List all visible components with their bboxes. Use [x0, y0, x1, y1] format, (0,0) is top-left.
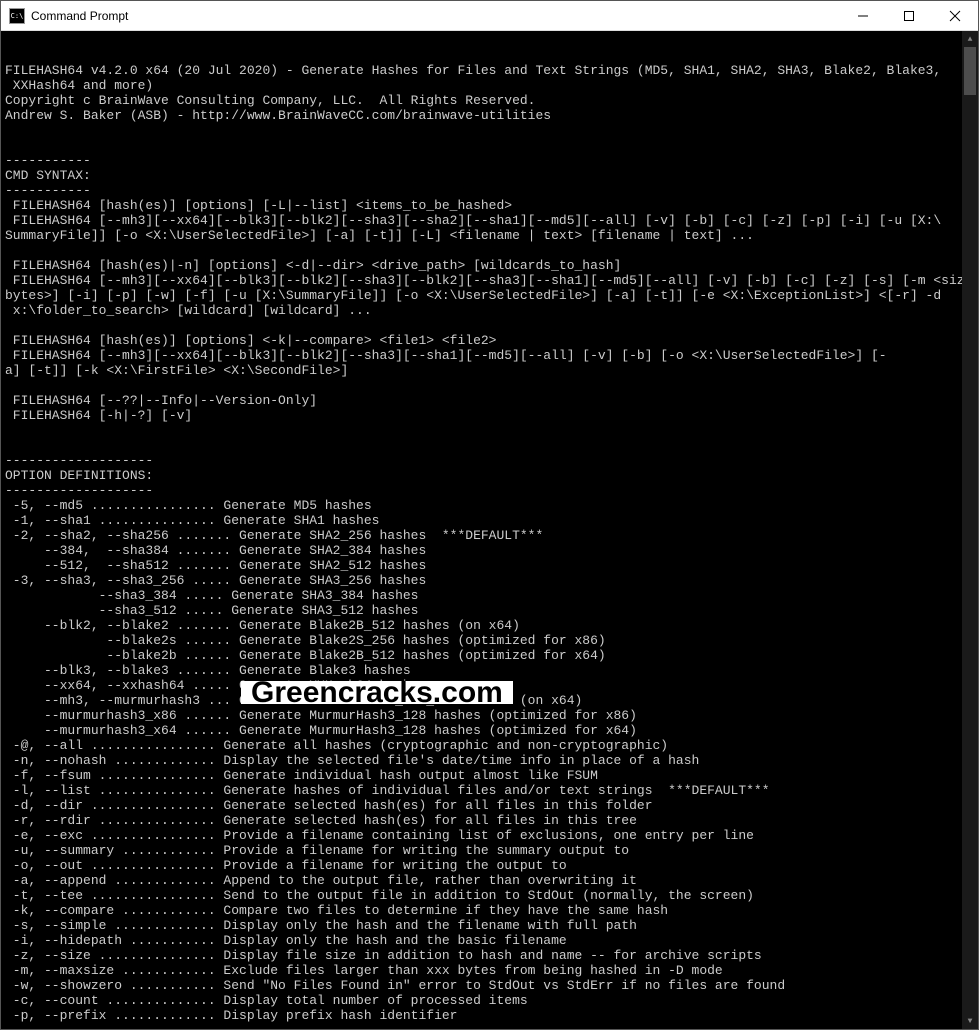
- titlebar[interactable]: C:\ Command Prompt: [1, 1, 978, 31]
- terminal-line: -@, --all ................ Generate all …: [5, 738, 974, 753]
- terminal-line: FILEHASH64 [--mh3][--xx64][--blk3][--blk…: [5, 273, 974, 288]
- terminal-output[interactable]: FILEHASH64 v4.2.0 x64 (20 Jul 2020) - Ge…: [1, 31, 978, 1029]
- terminal-line: --sha3_384 ..... Generate SHA3_384 hashe…: [5, 588, 974, 603]
- terminal-line: bytes>] [-i] [-p] [-w] [-f] [-u [X:\Summ…: [5, 288, 974, 303]
- terminal-line: FILEHASH64 [hash(es)|-n] [options] <-d|-…: [5, 258, 974, 273]
- window-controls: [840, 1, 978, 30]
- terminal-line: -d, --dir ................ Generate sele…: [5, 798, 974, 813]
- terminal-line: -e, --exc ................ Provide a fil…: [5, 828, 974, 843]
- scrollbar-thumb[interactable]: [964, 47, 976, 95]
- terminal-line: Andrew S. Baker (ASB) - http://www.Brain…: [5, 108, 974, 123]
- terminal-line: FILEHASH64 v4.2.0 x64 (20 Jul 2020) - Ge…: [5, 63, 974, 78]
- terminal-text: FILEHASH64 v4.2.0 x64 (20 Jul 2020) - Ge…: [5, 63, 974, 1023]
- terminal-line: -z, --size ............... Display file …: [5, 948, 974, 963]
- terminal-line: -r, --rdir ............... Generate sele…: [5, 813, 974, 828]
- terminal-line: SummaryFile]] [-o <X:\UserSelectedFile>]…: [5, 228, 974, 243]
- terminal-line: -------------------: [5, 483, 974, 498]
- scrollbar[interactable]: ▲ ▼: [962, 31, 978, 1029]
- terminal-line: [5, 318, 974, 333]
- terminal-line: -o, --out ................ Provide a fil…: [5, 858, 974, 873]
- terminal-line: -----------: [5, 183, 974, 198]
- terminal-line: -p, --prefix ............. Display prefi…: [5, 1008, 974, 1023]
- app-icon: C:\: [9, 8, 25, 24]
- command-prompt-window: C:\ Command Prompt FILEHASH64 v4.2.0 x64…: [0, 0, 979, 1030]
- terminal-line: Copyright c BrainWave Consulting Company…: [5, 93, 974, 108]
- minimize-button[interactable]: [840, 1, 886, 30]
- terminal-line: FILEHASH64 [--??|--Info|--Version-Only]: [5, 393, 974, 408]
- maximize-button[interactable]: [886, 1, 932, 30]
- terminal-line: --blk2, --blake2 ....... Generate Blake2…: [5, 618, 974, 633]
- close-button[interactable]: [932, 1, 978, 30]
- terminal-line: -c, --count .............. Display total…: [5, 993, 974, 1008]
- terminal-line: -1, --sha1 ............... Generate SHA1…: [5, 513, 974, 528]
- terminal-line: --murmurhash3_x86 ...... Generate Murmur…: [5, 708, 974, 723]
- terminal-line: -t, --tee ................ Send to the o…: [5, 888, 974, 903]
- terminal-line: --blake2s ...... Generate Blake2S_256 ha…: [5, 633, 974, 648]
- terminal-line: FILEHASH64 [-h|-?] [-v]: [5, 408, 974, 423]
- terminal-line: -w, --showzero ........... Send "No File…: [5, 978, 974, 993]
- terminal-line: XXHash64 and more): [5, 78, 974, 93]
- terminal-line: FILEHASH64 [hash(es)] [options] [-L|--li…: [5, 198, 974, 213]
- terminal-line: -3, --sha3, --sha3_256 ..... Generate SH…: [5, 573, 974, 588]
- terminal-line: FILEHASH64 [hash(es)] [options] <-k|--co…: [5, 333, 974, 348]
- terminal-line: -s, --simple ............. Display only …: [5, 918, 974, 933]
- terminal-line: [5, 438, 974, 453]
- terminal-line: -k, --compare ............ Compare two f…: [5, 903, 974, 918]
- terminal-line: x:\folder_to_search> [wildcard] [wildcar…: [5, 303, 974, 318]
- watermark-overlay: Greencracks.com: [241, 681, 513, 704]
- terminal-line: -5, --md5 ................ Generate MD5 …: [5, 498, 974, 513]
- terminal-line: -m, --maxsize ............ Exclude files…: [5, 963, 974, 978]
- terminal-line: [5, 243, 974, 258]
- scroll-down-arrow[interactable]: ▼: [962, 1013, 978, 1029]
- terminal-line: -n, --nohash ............. Display the s…: [5, 753, 974, 768]
- terminal-line: --512, --sha512 ....... Generate SHA2_51…: [5, 558, 974, 573]
- terminal-line: -f, --fsum ............... Generate indi…: [5, 768, 974, 783]
- terminal-line: -----------: [5, 153, 974, 168]
- terminal-line: -------------------: [5, 453, 974, 468]
- terminal-line: -2, --sha2, --sha256 ....... Generate SH…: [5, 528, 974, 543]
- terminal-line: [5, 378, 974, 393]
- scroll-up-arrow[interactable]: ▲: [962, 31, 978, 47]
- terminal-line: CMD SYNTAX:: [5, 168, 974, 183]
- terminal-line: -u, --summary ............ Provide a fil…: [5, 843, 974, 858]
- terminal-line: FILEHASH64 [--mh3][--xx64][--blk3][--blk…: [5, 213, 974, 228]
- terminal-line: -i, --hidepath ........... Display only …: [5, 933, 974, 948]
- terminal-line: --384, --sha384 ....... Generate SHA2_38…: [5, 543, 974, 558]
- terminal-line: OPTION DEFINITIONS:: [5, 468, 974, 483]
- terminal-line: --blake2b ...... Generate Blake2B_512 ha…: [5, 648, 974, 663]
- terminal-line: [5, 423, 974, 438]
- terminal-line: FILEHASH64 [--mh3][--xx64][--blk3][--blk…: [5, 348, 974, 363]
- terminal-line: -a, --append ............. Append to the…: [5, 873, 974, 888]
- terminal-line: -l, --list ............... Generate hash…: [5, 783, 974, 798]
- terminal-line: --murmurhash3_x64 ...... Generate Murmur…: [5, 723, 974, 738]
- terminal-line: [5, 138, 974, 153]
- terminal-line: a] [-t]] [-k <X:\FirstFile> <X:\SecondFi…: [5, 363, 974, 378]
- window-title: Command Prompt: [31, 9, 840, 23]
- terminal-line: [5, 123, 974, 138]
- terminal-line: --sha3_512 ..... Generate SHA3_512 hashe…: [5, 603, 974, 618]
